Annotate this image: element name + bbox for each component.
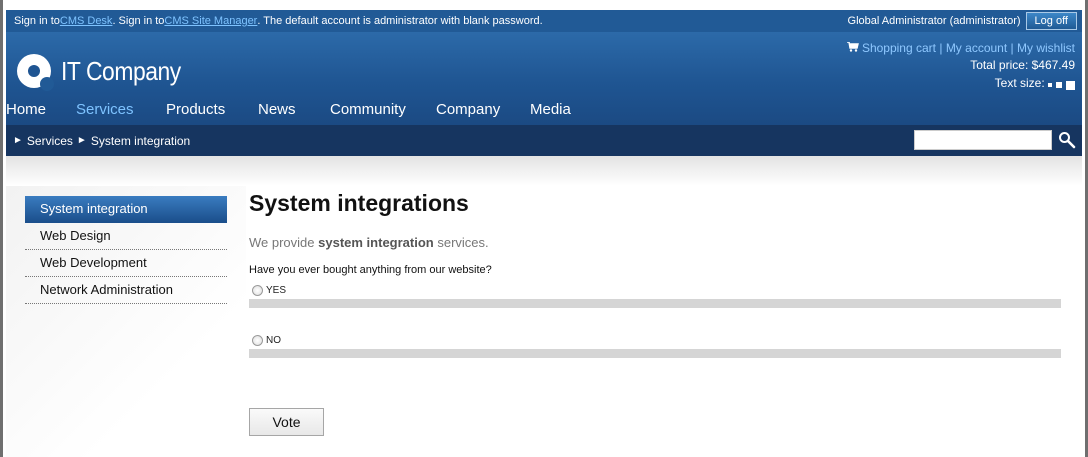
result-bar-yes	[249, 299, 1061, 308]
current-user: Global Administrator (administrator)	[847, 15, 1021, 27]
nav-news[interactable]: News	[258, 101, 330, 125]
radio-no[interactable]	[252, 335, 263, 346]
nav-home[interactable]: Home	[6, 101, 76, 125]
header-account-area: Shopping cart | My account | My wishlist…	[846, 40, 1075, 91]
search-input[interactable]	[914, 130, 1052, 150]
nav-community[interactable]: Community	[330, 101, 436, 125]
signin-prefix: Sign in to	[14, 15, 60, 27]
poll-option-no: NO	[249, 335, 1061, 358]
user-area: Global Administrator (administrator) Log…	[848, 12, 1082, 30]
intro-bold: system integration	[318, 235, 434, 250]
my-account-link[interactable]: My account	[946, 41, 1007, 55]
search-icon[interactable]	[1058, 131, 1076, 149]
intro-suffix: services.	[433, 235, 489, 250]
nav-products[interactable]: Products	[166, 101, 258, 125]
separator: |	[1010, 41, 1014, 55]
side-menu-item-web-design[interactable]: Web Design	[25, 223, 227, 250]
breadcrumb: ► Services ► System integration	[6, 125, 1082, 156]
option-label: NO	[266, 335, 281, 346]
page-title: System integrations	[249, 190, 469, 216]
logoff-button[interactable]: Log off	[1025, 12, 1077, 30]
text-size-small-icon[interactable]	[1048, 83, 1052, 87]
breadcrumb-services[interactable]: Services	[27, 134, 73, 148]
site-logo[interactable]: IT Company	[17, 54, 197, 91]
poll-option-yes: YES	[249, 285, 1061, 308]
breadcrumb-arrow-icon: ►	[76, 135, 87, 146]
side-menu: System integration Web Design Web Develo…	[25, 196, 227, 304]
nav-media[interactable]: Media	[530, 101, 571, 125]
top-info-bar: Sign in to CMS Desk. Sign in to CMS Site…	[6, 10, 1082, 32]
signin-suffix: . The default account is administrator w…	[257, 15, 543, 27]
content-top-shade	[6, 156, 1082, 186]
option-label: YES	[266, 285, 287, 296]
cms-desk-link[interactable]: CMS Desk	[60, 15, 113, 27]
text-size-label: Text size:	[994, 76, 1045, 90]
main-content: System integrations We provide system in…	[249, 190, 1061, 436]
signin-mid: . Sign in to	[112, 15, 165, 27]
breadcrumb-arrow-icon: ►	[13, 135, 23, 146]
shopping-cart-link[interactable]: Shopping cart	[862, 41, 936, 55]
main-nav: Home Services Products News Community Co…	[6, 101, 571, 125]
total-price: Total price: $467.49	[970, 58, 1075, 72]
vote-button[interactable]: Vote	[249, 408, 324, 436]
radio-yes[interactable]	[252, 285, 263, 296]
intro-text: We provide system integration services.	[249, 235, 1061, 250]
logo-icon	[17, 54, 54, 91]
text-size-large-icon[interactable]	[1066, 80, 1075, 90]
nav-services[interactable]: Services	[76, 101, 166, 125]
side-menu-item-web-development[interactable]: Web Development	[25, 250, 227, 277]
result-bar-no	[249, 349, 1061, 358]
my-wishlist-link[interactable]: My wishlist	[1017, 41, 1075, 55]
intro-prefix: We provide	[249, 235, 319, 250]
breadcrumb-current: System integration	[90, 133, 191, 148]
side-menu-item-system-integration[interactable]: System integration	[25, 196, 227, 223]
poll-question: Have you ever bought anything from our w…	[249, 264, 492, 276]
logo-text: IT Company	[61, 55, 181, 86]
nav-company[interactable]: Company	[436, 101, 530, 125]
site-manager-link[interactable]: CMS Site Manager	[164, 15, 257, 27]
text-size-medium-icon[interactable]	[1056, 82, 1062, 88]
side-menu-item-network-administration[interactable]: Network Administration	[25, 277, 227, 304]
separator: |	[939, 41, 943, 55]
shopping-cart-icon	[846, 41, 859, 57]
browser-frame: Sign in to CMS Desk. Sign in to CMS Site…	[0, 0, 1088, 457]
